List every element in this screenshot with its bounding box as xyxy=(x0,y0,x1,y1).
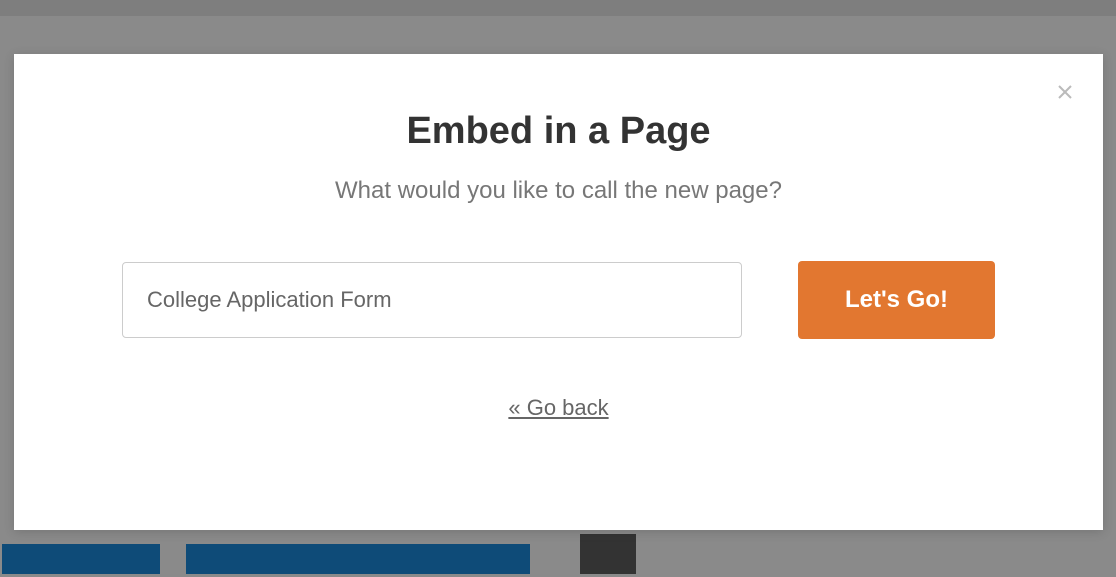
backdrop-block xyxy=(2,544,160,574)
embed-page-modal: Embed in a Page What would you like to c… xyxy=(14,54,1103,530)
form-row: Let's Go! xyxy=(14,261,1103,339)
modal-content: Embed in a Page What would you like to c… xyxy=(14,54,1103,421)
lets-go-button[interactable]: Let's Go! xyxy=(798,261,995,339)
close-icon xyxy=(1057,84,1073,100)
go-back-link[interactable]: « Go back xyxy=(508,395,608,421)
backdrop-block xyxy=(580,534,636,574)
modal-title: Embed in a Page xyxy=(14,110,1103,153)
page-name-input[interactable] xyxy=(122,262,742,338)
backdrop-block xyxy=(186,544,530,574)
close-button[interactable] xyxy=(1055,82,1075,102)
modal-subtitle: What would you like to call the new page… xyxy=(14,177,1103,205)
backdrop-strip xyxy=(0,0,1116,16)
